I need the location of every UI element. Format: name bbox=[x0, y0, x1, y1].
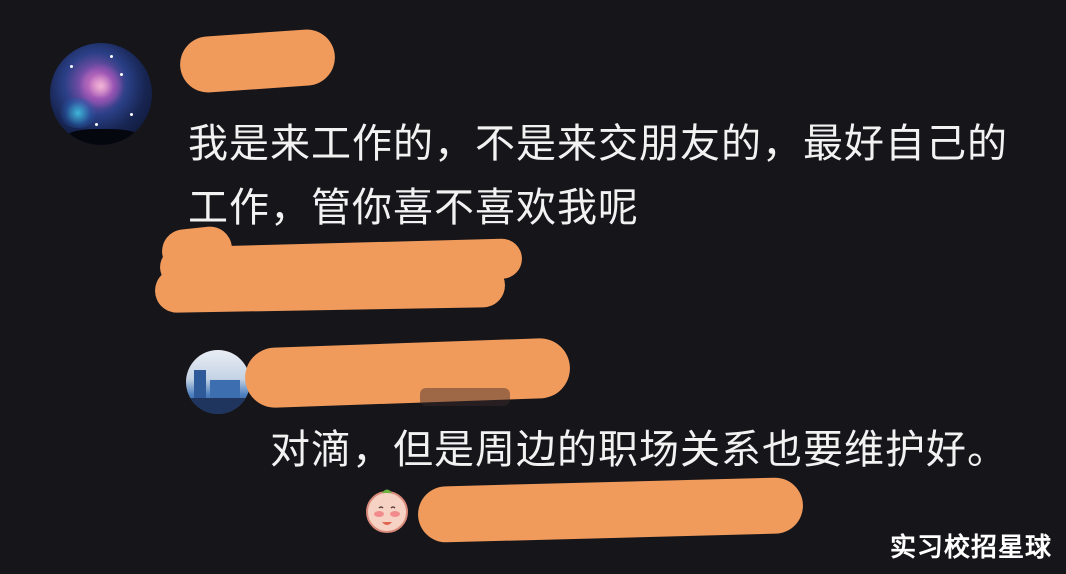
star bbox=[95, 123, 98, 126]
nebula-glow bbox=[58, 98, 98, 128]
redacted-username bbox=[244, 337, 571, 409]
star bbox=[120, 73, 123, 76]
replier-avatar[interactable] bbox=[186, 350, 250, 414]
star bbox=[110, 55, 113, 58]
commenter-avatar[interactable] bbox=[50, 43, 152, 145]
avatar-ground bbox=[186, 398, 250, 414]
redacted-username bbox=[178, 27, 337, 95]
comment-thread: 我是来工作的，不是来交朋友的，最好自己的工作，管你喜不喜欢我呢 对滴，但是周边的… bbox=[0, 0, 1066, 574]
tree-silhouette bbox=[68, 129, 138, 145]
comment-text: 我是来工作的，不是来交朋友的，最好自己的工作，管你喜不喜欢我呢 bbox=[188, 121, 1008, 231]
blushing-face-emoji bbox=[366, 489, 408, 533]
avatar-figure bbox=[210, 380, 240, 400]
redacted-content bbox=[417, 476, 804, 544]
star bbox=[70, 65, 73, 68]
watermark: 实习校招星球 bbox=[889, 533, 1052, 563]
reply-text: 对滴，但是周边的职场关系也要维护好。 bbox=[270, 427, 1008, 473]
redacted-metadata bbox=[154, 262, 506, 314]
redaction-shadow bbox=[420, 388, 510, 406]
star bbox=[130, 113, 133, 116]
